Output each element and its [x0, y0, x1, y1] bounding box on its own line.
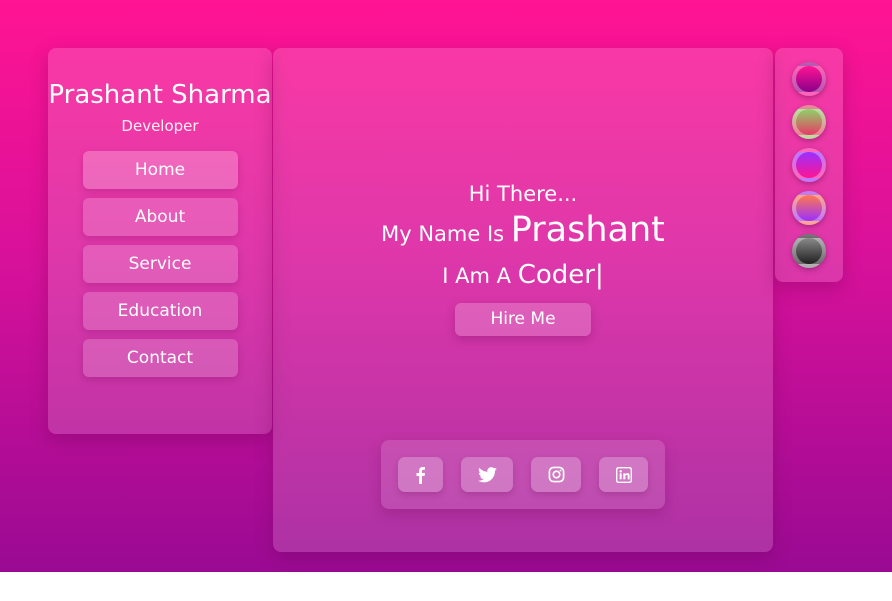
hero-name-line: My Name Is Prashant [273, 208, 773, 256]
profile-role: Developer [121, 117, 199, 135]
theme-swatch-purple-pink[interactable] [792, 148, 826, 182]
linkedin-icon [615, 466, 632, 483]
twitter-link[interactable] [461, 457, 513, 492]
theme-swatch-green-red[interactable] [792, 105, 826, 139]
sidebar: Prashant Sharma Developer Home About Ser… [48, 48, 272, 434]
nav-home-button[interactable]: Home [82, 151, 238, 189]
hero-section: Hi There... My Name Is Prashant I Am A C… [273, 180, 773, 336]
twitter-icon [477, 466, 497, 483]
instagram-link[interactable] [531, 457, 581, 492]
social-links [381, 440, 665, 509]
hire-me-button[interactable]: Hire Me [455, 303, 591, 336]
hero-role-text: Coder [517, 260, 595, 290]
theme-swatch-orange-purple[interactable] [792, 191, 826, 225]
nav-service-button[interactable]: Service [82, 245, 238, 283]
hero-greeting: Hi There... [468, 182, 578, 206]
facebook-icon [415, 466, 426, 484]
nav-about-button[interactable]: About [82, 198, 238, 236]
nav-education-button[interactable]: Education [82, 292, 238, 330]
instagram-icon [548, 466, 565, 483]
profile: Prashant Sharma Developer [48, 80, 272, 135]
hero-role-prefix: I Am A [442, 264, 511, 288]
nav-contact-button[interactable]: Contact [82, 339, 238, 377]
hero-name: Prashant [510, 210, 665, 250]
main-nav: Home About Service Education Contact [48, 151, 272, 377]
theme-swatch-magenta[interactable] [792, 62, 826, 96]
profile-name: Prashant Sharma [48, 80, 272, 110]
hero-card: Hi There... My Name Is Prashant I Am A C… [273, 48, 773, 552]
typing-caret: | [594, 260, 604, 290]
linkedin-link[interactable] [599, 457, 648, 492]
theme-swatch-gray[interactable] [792, 234, 826, 268]
hero-role-line: I Am A Coder| [273, 256, 773, 295]
page-background: Prashant Sharma Developer Home About Ser… [0, 0, 892, 572]
hero-name-prefix: My Name Is [381, 222, 505, 246]
facebook-link[interactable] [398, 457, 443, 492]
theme-switcher [775, 48, 843, 282]
hero-role: Coder| [518, 260, 604, 290]
